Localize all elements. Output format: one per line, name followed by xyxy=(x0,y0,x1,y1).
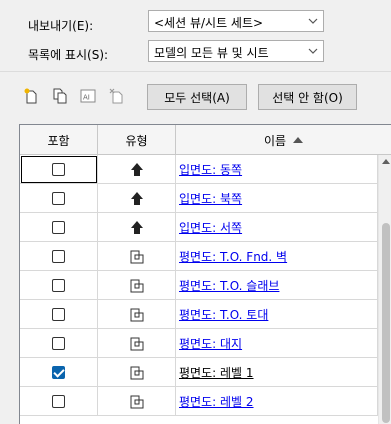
include-checkbox[interactable] xyxy=(52,337,65,350)
elevation-view-icon xyxy=(131,221,143,234)
select-all-button[interactable]: 모두 선택(A) xyxy=(147,84,247,110)
elevation-view-icon xyxy=(131,192,143,205)
export-combobox[interactable]: <세션 뷰/시트 세트> xyxy=(148,10,324,32)
table-row[interactable]: 평면도: 레벨 2 xyxy=(20,387,378,416)
include-checkbox[interactable] xyxy=(52,279,65,292)
table-row[interactable]: 평면도: 레벨 1 xyxy=(20,358,378,387)
name-cell[interactable]: 평면도: 대지 xyxy=(176,329,378,358)
view-name-link[interactable]: 평면도: T.O. 토대 xyxy=(179,306,268,323)
include-cell[interactable] xyxy=(20,242,98,271)
include-checkbox[interactable] xyxy=(52,250,65,263)
include-cell[interactable] xyxy=(20,387,98,416)
include-cell[interactable] xyxy=(20,300,98,329)
type-cell xyxy=(98,358,176,387)
type-cell xyxy=(98,184,176,213)
duplicate-icon[interactable] xyxy=(51,87,69,105)
table-row[interactable]: 평면도: T.O. 토대 xyxy=(20,300,378,329)
include-checkbox[interactable] xyxy=(52,192,65,205)
column-header-name[interactable]: 이름 xyxy=(176,125,391,155)
name-cell[interactable]: 평면도: T.O. 토대 xyxy=(176,300,378,329)
view-name-link[interactable]: 평면도: 대지 xyxy=(179,335,242,352)
include-cell[interactable] xyxy=(20,329,98,358)
include-checkbox[interactable] xyxy=(52,366,65,379)
column-header-type-label: 유형 xyxy=(125,133,148,148)
include-cell[interactable] xyxy=(20,271,98,300)
include-checkbox[interactable] xyxy=(52,221,65,234)
select-none-button[interactable]: 선택 안 함(O) xyxy=(258,84,357,110)
floor-plan-icon xyxy=(130,250,144,264)
chevron-down-icon xyxy=(308,18,318,24)
include-checkbox[interactable] xyxy=(52,395,65,408)
new-set-icon[interactable] xyxy=(22,87,40,105)
name-cell[interactable]: 평면도: T.O. 슬래브 xyxy=(176,271,378,300)
export-combobox-value: <세션 뷰/시트 세트> xyxy=(154,16,264,30)
vertical-scrollbar[interactable] xyxy=(378,155,391,424)
table-row[interactable]: 입면도: 동쪽 xyxy=(20,155,378,184)
name-cell[interactable]: 입면도: 서쪽 xyxy=(176,213,378,242)
view-name-link[interactable]: 평면도: 레벨 1 xyxy=(179,364,254,381)
column-header-name-label: 이름 xyxy=(263,133,287,148)
table-row[interactable]: 입면도: 북쪽 xyxy=(20,184,378,213)
name-cell[interactable]: 평면도: T.O. Fnd. 벽 xyxy=(176,242,378,271)
view-name-link[interactable]: 입면도: 서쪽 xyxy=(179,219,242,236)
floor-plan-icon xyxy=(130,395,144,409)
column-header-include[interactable]: 포함 xyxy=(20,125,98,155)
table-row[interactable]: 평면도: 대지 xyxy=(20,329,378,358)
table-row[interactable]: 평면도: T.O. Fnd. 벽 xyxy=(20,242,378,271)
chevron-down-icon xyxy=(308,48,318,54)
floor-plan-icon xyxy=(130,308,144,322)
type-cell xyxy=(98,387,176,416)
column-header-include-label: 포함 xyxy=(47,133,70,148)
display-label: 목록에 표시(S): xyxy=(28,48,109,62)
export-options-area: 내보내기(E): <세션 뷰/시트 세트> 목록에 표시(S): 모델의 모든 … xyxy=(0,0,391,72)
view-name-link[interactable]: 평면도: T.O. Fnd. 벽 xyxy=(179,248,287,265)
export-label: 내보내기(E): xyxy=(28,19,94,33)
floor-plan-icon xyxy=(130,366,144,380)
type-cell xyxy=(98,213,176,242)
include-cell[interactable] xyxy=(20,358,98,387)
floor-plan-icon xyxy=(130,337,144,351)
include-checkbox[interactable] xyxy=(52,308,65,321)
floor-plan-icon xyxy=(130,279,144,293)
name-cell[interactable]: 평면도: 레벨 1 xyxy=(176,358,378,387)
type-cell xyxy=(98,271,176,300)
name-cell[interactable]: 입면도: 북쪽 xyxy=(176,184,378,213)
type-cell xyxy=(98,242,176,271)
include-cell[interactable] xyxy=(20,184,98,213)
column-header-type[interactable]: 유형 xyxy=(98,125,176,155)
svg-text:AI: AI xyxy=(83,94,90,102)
delete-icon[interactable] xyxy=(108,87,126,105)
display-combobox-value: 모델의 모든 뷰 및 시트 xyxy=(154,46,269,60)
include-checkbox[interactable] xyxy=(52,163,65,176)
views-table: 포함 유형 이름 입면도: 동쪽입면도: 북쪽입면도: 서쪽평면도: T.O. … xyxy=(19,124,391,424)
type-cell xyxy=(98,329,176,358)
table-header: 포함 유형 이름 xyxy=(20,125,391,155)
scrollbar-thumb[interactable] xyxy=(382,223,390,423)
view-name-link[interactable]: 입면도: 북쪽 xyxy=(179,190,242,207)
rename-icon[interactable]: AI xyxy=(79,87,97,105)
sort-ascending-icon xyxy=(293,137,304,143)
view-name-link[interactable]: 입면도: 동쪽 xyxy=(179,161,242,178)
name-cell[interactable]: 입면도: 동쪽 xyxy=(176,155,378,184)
display-combobox[interactable]: 모델의 모든 뷰 및 시트 xyxy=(148,40,324,62)
table-row[interactable]: 평면도: T.O. 슬래브 xyxy=(20,271,378,300)
view-name-link[interactable]: 평면도: T.O. 슬래브 xyxy=(179,277,279,294)
view-name-link[interactable]: 평면도: 레벨 2 xyxy=(179,393,254,410)
name-cell[interactable]: 평면도: 레벨 2 xyxy=(176,387,378,416)
type-cell xyxy=(98,155,176,184)
table-row[interactable]: 입면도: 서쪽 xyxy=(20,213,378,242)
scroll-up-icon[interactable] xyxy=(382,159,390,164)
include-cell[interactable] xyxy=(20,213,98,242)
elevation-view-icon xyxy=(131,163,143,176)
include-cell[interactable] xyxy=(20,155,98,184)
type-cell xyxy=(98,300,176,329)
